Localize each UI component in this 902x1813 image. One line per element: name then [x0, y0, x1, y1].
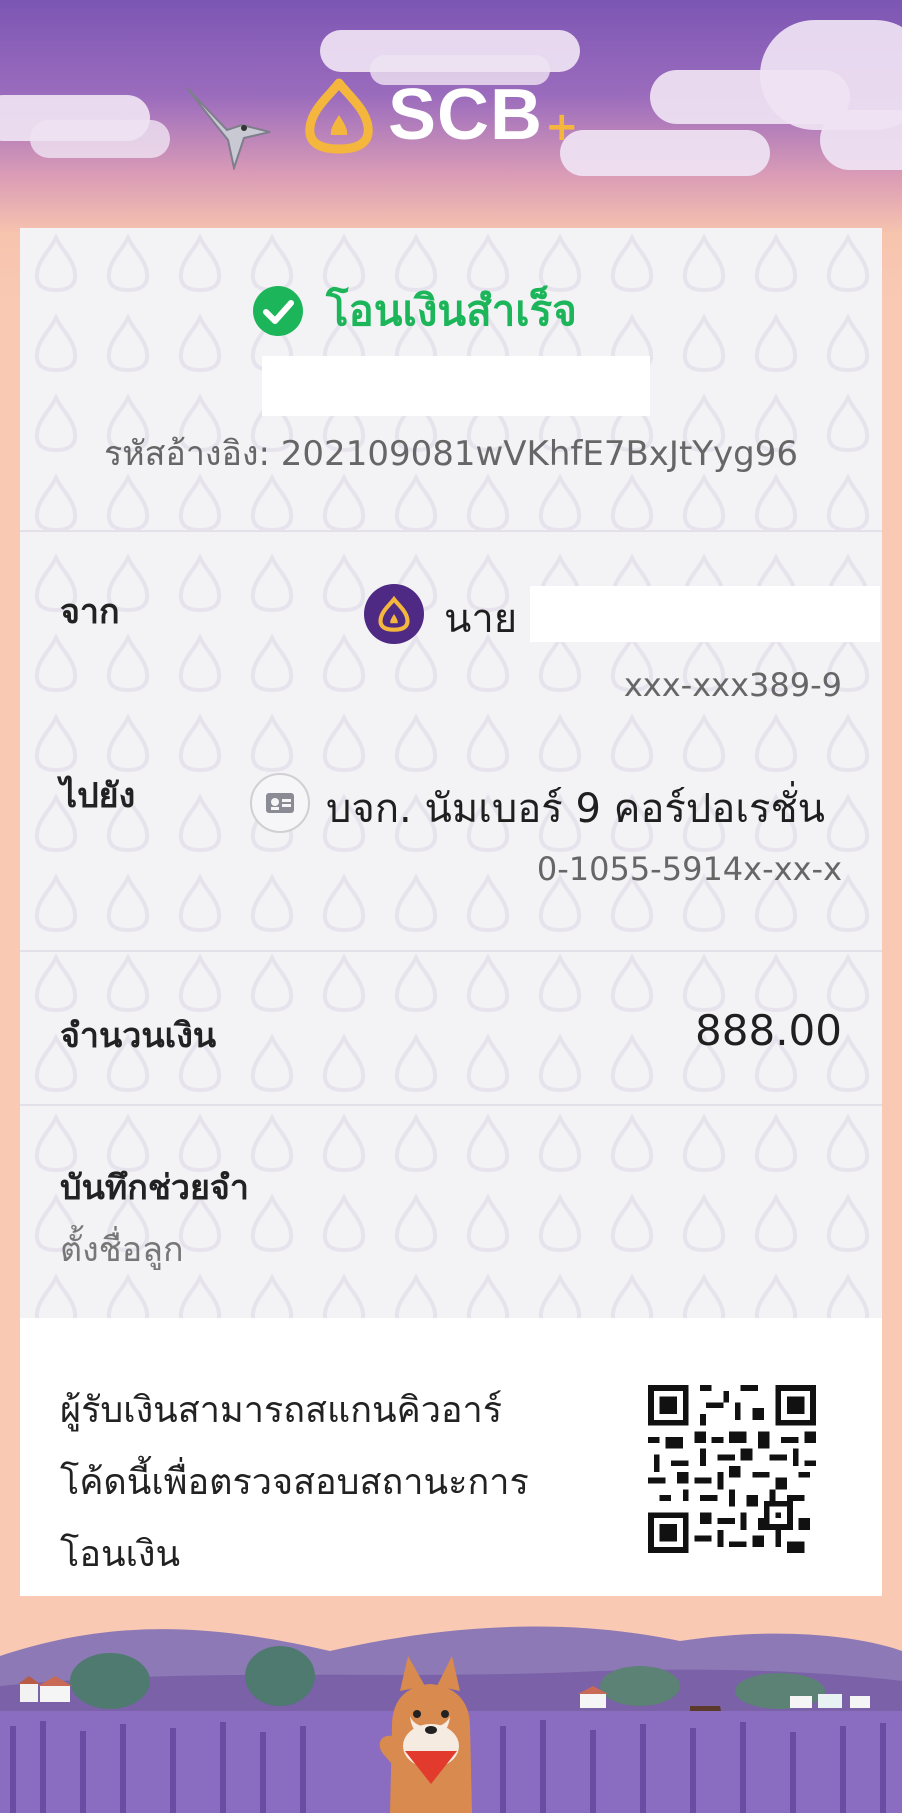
to-name: บจก. นัมเบอร์ 9 คอร์ปอเรชั่น — [326, 786, 825, 832]
bird-icon — [186, 87, 271, 170]
from-account: xxx-xxx389-9 — [623, 666, 842, 704]
from-name: นาย — [444, 596, 518, 642]
divider — [20, 1104, 882, 1106]
reference-value: 202109081wVKhfE7BxJtYyg96 — [280, 434, 799, 474]
reference-label: รหัสอ้างอิง: — [103, 434, 270, 474]
brand-plus: + — [545, 104, 579, 150]
scb-logo-icon — [305, 78, 373, 154]
to-avatar — [250, 773, 310, 833]
amount-label: จำนวนเงิน — [60, 1016, 217, 1056]
status-title: โอนเงินสำเร็จ — [326, 286, 577, 335]
verification-qr-code[interactable] — [648, 1385, 816, 1553]
qr-description-line: ผู้รับเงินสามารถสแกนคิวอาร์ — [60, 1390, 503, 1431]
redacted-area — [262, 356, 650, 416]
scb-logo-icon — [378, 595, 410, 632]
brand-name: SCB — [388, 75, 544, 155]
status-row: โอนเงินสำเร็จ — [252, 278, 577, 344]
from-label: จาก — [60, 592, 120, 632]
qr-description: ผู้รับเงินสามารถสแกนคิวอาร์ โค้ดนี้เพื่อ… — [60, 1375, 580, 1591]
memo-label: บันทึกช่วยจำ — [60, 1168, 249, 1208]
memo-value: ตั้งชื่อลูก — [60, 1230, 184, 1270]
from-avatar — [364, 584, 424, 644]
reference-line: รหัสอ้างอิง: 202109081wVKhfE7BxJtYyg96 — [20, 426, 882, 480]
divider — [20, 950, 882, 952]
divider — [20, 530, 882, 532]
footer-landscape — [0, 1596, 902, 1813]
brand-logo: SCB + — [300, 70, 600, 160]
redacted-area — [530, 586, 880, 642]
receipt-card: โอนเงินสำเร็จ รหัสอ้างอิง: 202109081wVKh… — [20, 228, 882, 1320]
qr-description-line: โค้ดนี้เพื่อตรวจสอบสถานะการ — [60, 1462, 529, 1503]
check-circle-icon — [253, 286, 303, 336]
qr-description-line: โอนเงิน — [60, 1534, 181, 1575]
to-account: 0-1055-5914x-xx-x — [536, 850, 842, 888]
amount-value: 888.00 — [695, 1006, 842, 1055]
id-card-icon — [266, 793, 294, 813]
to-label: ไปยัง — [60, 776, 136, 816]
